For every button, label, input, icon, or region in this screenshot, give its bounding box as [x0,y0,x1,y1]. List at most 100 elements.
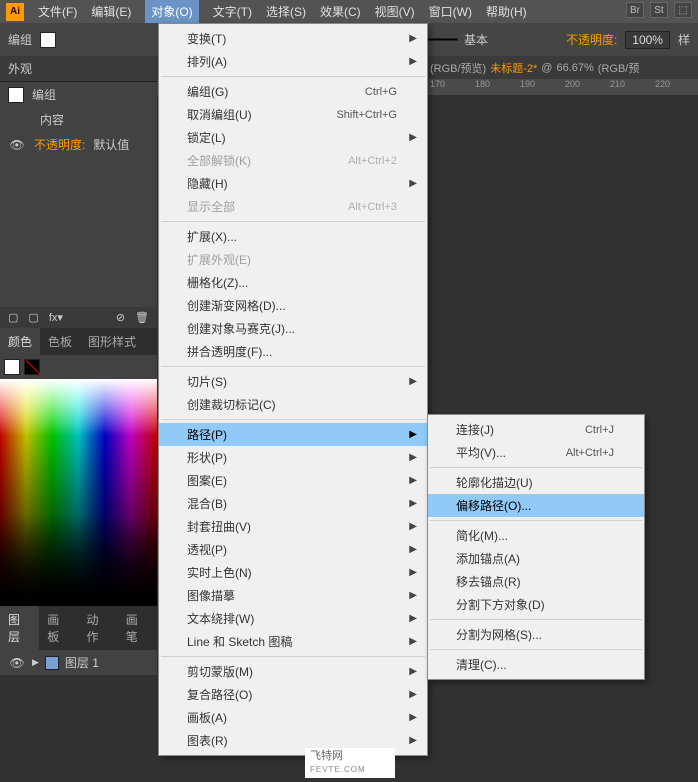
menu-item[interactable]: 实时上色(N)▶ [159,561,427,584]
menu-item[interactable]: 连接(J)Ctrl+J [428,418,644,441]
stock-icon[interactable]: St [650,2,668,18]
menu-item[interactable]: 锁定(L)▶ [159,126,427,149]
layer-row[interactable]: 👁 ▶ 图层 1 [0,650,157,675]
menu-item[interactable]: 简化(M)... [428,524,644,547]
menu-separator [161,656,425,657]
watermark-line2: FEVTE.COM [310,763,390,777]
menubar-item[interactable]: 对象(O) [145,0,198,23]
tab-graphic-styles[interactable]: 图形样式 [80,328,144,355]
tab-actions[interactable]: 动作 [79,606,118,650]
menu-item-label: 混合(B) [187,495,227,512]
menu-item[interactable]: 隐藏(H)▶ [159,172,427,195]
menu-item[interactable]: 创建对象马赛克(J)... [159,317,427,340]
color-spectrum-picker[interactable] [0,379,157,606]
menu-item[interactable]: 扩展(X)... [159,225,427,248]
menubar-item[interactable]: 选择(S) [266,3,306,20]
fx-button[interactable]: fx▾ [49,311,63,324]
menu-item: 显示全部Alt+Ctrl+3 [159,195,427,218]
doc-color-mode: (RGB/预览) [430,60,486,76]
menu-item[interactable]: 编组(G)Ctrl+G [159,80,427,103]
submenu-arrow-icon: ▶ [409,613,417,624]
layer-name-label[interactable]: 图层 1 [65,654,99,671]
menubar-item[interactable]: 视图(V) [375,3,415,20]
trash-icon[interactable]: 🗑 [135,311,149,324]
menu-item[interactable]: Line 和 Sketch 图稿▶ [159,630,427,653]
menu-item[interactable]: 形状(P)▶ [159,446,427,469]
submenu-arrow-icon: ▶ [409,590,417,601]
menu-item-label: 图像描摹 [187,587,235,604]
menubar-item[interactable]: 效果(C) [320,3,361,20]
tab-swatches[interactable]: 色板 [40,328,80,355]
menu-item[interactable]: 创建渐变网格(D)... [159,294,427,317]
menu-item-label: 添加锚点(A) [456,550,520,567]
menu-item[interactable]: 平均(V)...Alt+Ctrl+J [428,441,644,464]
menu-item[interactable]: 封套扭曲(V)▶ [159,515,427,538]
menu-item[interactable]: 路径(P)▶ [159,423,427,446]
right-workspace-icons: Br St ⬚ [626,2,692,18]
left-panel-column: 外观 编组 内容 👁 不透明度: 默认值 ▢ ▢ fx▾ ⊘ 🗑 颜色 色板 图… [0,56,157,675]
doc-name[interactable]: 未标题-2* [490,60,537,76]
appearance-panel-title[interactable]: 外观 [0,56,157,82]
menu-item[interactable]: 切片(S)▶ [159,370,427,393]
doc-zoom: 66.67% [556,62,593,74]
new-fill-icon[interactable]: ▢ [8,311,18,324]
new-stroke-icon[interactable]: ▢ [28,311,38,324]
menu-item[interactable]: 清理(C)... [428,653,644,676]
tab-artboards[interactable]: 画板 [39,606,78,650]
appearance-target-row[interactable]: 编组 [0,82,157,107]
tab-color[interactable]: 颜色 [0,328,40,355]
menu-item[interactable]: 取消编组(U)Shift+Ctrl+G [159,103,427,126]
menu-item[interactable]: 偏移路径(O)... [428,494,644,517]
menu-item[interactable]: 栅格化(Z)... [159,271,427,294]
tab-layers[interactable]: 图层 [0,606,39,650]
style-button[interactable]: 样 [678,31,690,48]
opacity-value-input[interactable]: 100% [625,31,670,49]
bridge-icon[interactable]: Br [626,2,644,18]
menu-item[interactable]: 复合路径(O)▶ [159,683,427,706]
fill-swatch[interactable] [40,32,56,48]
menu-item[interactable]: 透视(P)▶ [159,538,427,561]
menu-item[interactable]: 混合(B) ▶ [159,492,427,515]
menu-item[interactable]: 排列(A)▶ [159,50,427,73]
appearance-opacity-row[interactable]: 👁 不透明度: 默认值 [0,132,157,157]
menu-item[interactable]: 文本绕排(W)▶ [159,607,427,630]
submenu-arrow-icon: ▶ [409,712,417,723]
menu-item[interactable]: 分割为网格(S)... [428,623,644,646]
doc-mode2: (RGB/预 [598,60,640,76]
menubar-item[interactable]: 文件(F) [38,3,77,20]
menu-item[interactable]: 分割下方对象(D) [428,593,644,616]
menu-item[interactable]: 移去锚点(R) [428,570,644,593]
fill-swatch-white[interactable] [4,359,20,375]
menubar-item[interactable]: 文字(T) [213,3,252,20]
menu-item-label: 创建裁切标记(C) [187,396,276,413]
menu-item[interactable]: 画板(A)▶ [159,706,427,729]
menubar-item[interactable]: 帮助(H) [486,3,527,20]
menu-item[interactable]: 剪切蒙版(M)▶ [159,660,427,683]
layer-thumbnail [45,656,59,670]
menubar-item[interactable]: 编辑(E) [91,3,131,20]
submenu-arrow-icon: ▶ [409,498,417,509]
menu-item[interactable]: 拼合透明度(F)... [159,340,427,363]
eye-icon[interactable]: 👁 [8,138,26,152]
appearance-content-row[interactable]: 内容 [0,107,157,132]
clear-icon[interactable]: ⊘ [116,311,125,324]
menu-item-label: 栅格化(Z)... [187,274,248,291]
menu-separator [161,221,425,222]
menu-item[interactable]: 轮廓化描边(U) [428,471,644,494]
menubar-item[interactable]: 窗口(W) [429,3,472,20]
ruler-tick: 180 [475,79,490,89]
workspace-icon[interactable]: ⬚ [674,2,692,18]
menu-item[interactable]: 图像描摹 ▶ [159,584,427,607]
menu-separator [430,619,642,620]
expand-triangle-icon[interactable]: ▶ [32,657,39,668]
appearance-thumbnail [8,87,24,103]
menu-item[interactable]: 创建裁切标记(C) [159,393,427,416]
object-menu-dropdown: 变换(T)▶排列(A)▶ 编组(G)Ctrl+G取消编组(U)Shift+Ctrl… [158,23,428,756]
menu-item-label: 简化(M)... [456,527,508,544]
tab-brushes[interactable]: 画笔 [118,606,157,650]
menu-item-label: 显示全部 [187,198,235,215]
menu-item[interactable]: 添加锚点(A) [428,547,644,570]
menu-item[interactable]: 变换(T)▶ [159,27,427,50]
eye-icon[interactable]: 👁 [8,656,26,670]
menu-item[interactable]: 图案(E)▶ [159,469,427,492]
